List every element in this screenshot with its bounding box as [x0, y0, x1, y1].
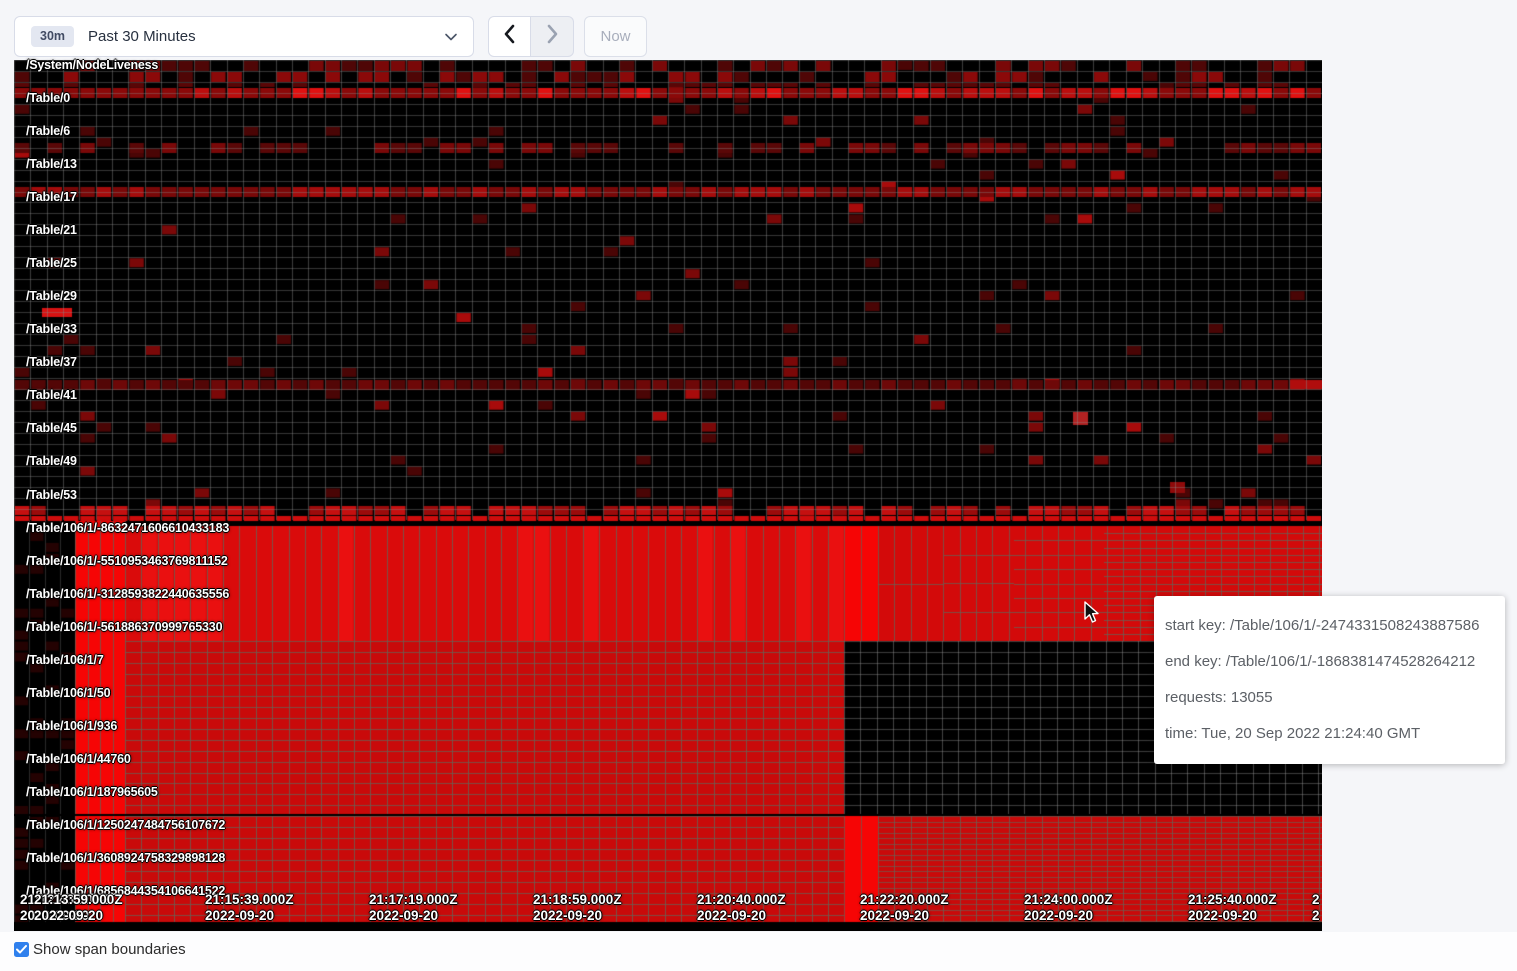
show-span-boundaries-label[interactable]: Show span boundaries: [33, 941, 186, 958]
chevron-left-icon: [502, 24, 518, 49]
tooltip-line: start key: /Table/106/1/-247433150824388…: [1165, 616, 1497, 636]
heatmap-chart: [14, 60, 1322, 931]
footer-bar: Show span boundaries: [0, 932, 1517, 971]
tooltip-line: time: Tue, 20 Sep 2022 21:24:40 GMT: [1165, 724, 1497, 744]
time-range-select[interactable]: 30m Past 30 Minutes: [14, 16, 474, 57]
previous-interval-button[interactable]: [488, 16, 531, 57]
chevron-right-icon: [544, 24, 560, 49]
chevron-down-icon: [444, 30, 458, 49]
key-visualizer-page: 30m Past 30 Minutes Now /System/NodeLive…: [0, 0, 1517, 971]
tooltip-line: requests: 13055: [1165, 688, 1497, 708]
now-button[interactable]: Now: [584, 16, 647, 57]
tooltip-line: end key: /Table/106/1/-18683814745282642…: [1165, 652, 1497, 672]
duration-badge: 30m: [31, 26, 74, 47]
key-visualizer-heatmap[interactable]: [14, 60, 1322, 931]
cell-tooltip: start key: /Table/106/1/-247433150824388…: [1154, 596, 1505, 764]
time-range-label: Past 30 Minutes: [88, 28, 196, 45]
show-span-boundaries-checkbox[interactable]: [14, 942, 29, 957]
show-span-boundaries-control: Show span boundaries: [14, 941, 186, 958]
next-interval-button[interactable]: [531, 16, 574, 57]
time-nav-group: [488, 16, 574, 57]
now-button-label: Now: [600, 28, 630, 45]
